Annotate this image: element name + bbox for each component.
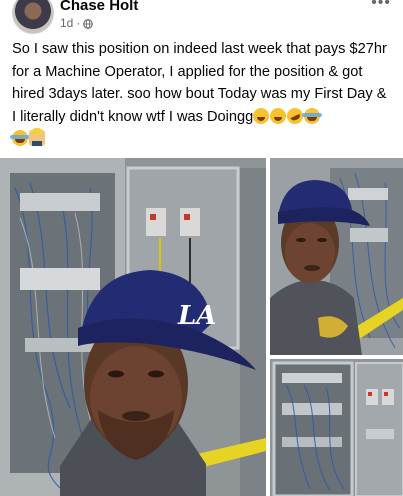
construction-worker-icon: [29, 128, 45, 147]
weary-face-icon: [270, 107, 287, 124]
author-name[interactable]: Chase Holt: [60, 0, 138, 14]
meta-separator: ·: [76, 16, 81, 30]
post-time[interactable]: 1d: [60, 16, 73, 30]
photo-gallery: LA: [0, 158, 403, 496]
tears-of-joy-icon: [10, 130, 30, 147]
post-body: So I saw this position on indeed last we…: [12, 41, 391, 125]
post-meta: 1d ·: [60, 16, 94, 30]
photo-selfie-cabinet[interactable]: LA: [0, 158, 266, 496]
more-options-icon[interactable]: •••: [371, 0, 391, 12]
author-avatar[interactable]: [12, 0, 54, 34]
cap-logo-text: LA: [177, 301, 216, 331]
photo-selfie-wiring[interactable]: [270, 158, 403, 355]
globe-icon: [83, 18, 94, 29]
post-text: So I saw this position on indeed last we…: [10, 38, 394, 151]
photo-control-cabinet[interactable]: [270, 359, 403, 496]
weary-face-icon: [253, 107, 270, 124]
post-header: Chase Holt 1d · •••: [0, 0, 403, 36]
tears-of-joy-icon: [302, 107, 323, 124]
